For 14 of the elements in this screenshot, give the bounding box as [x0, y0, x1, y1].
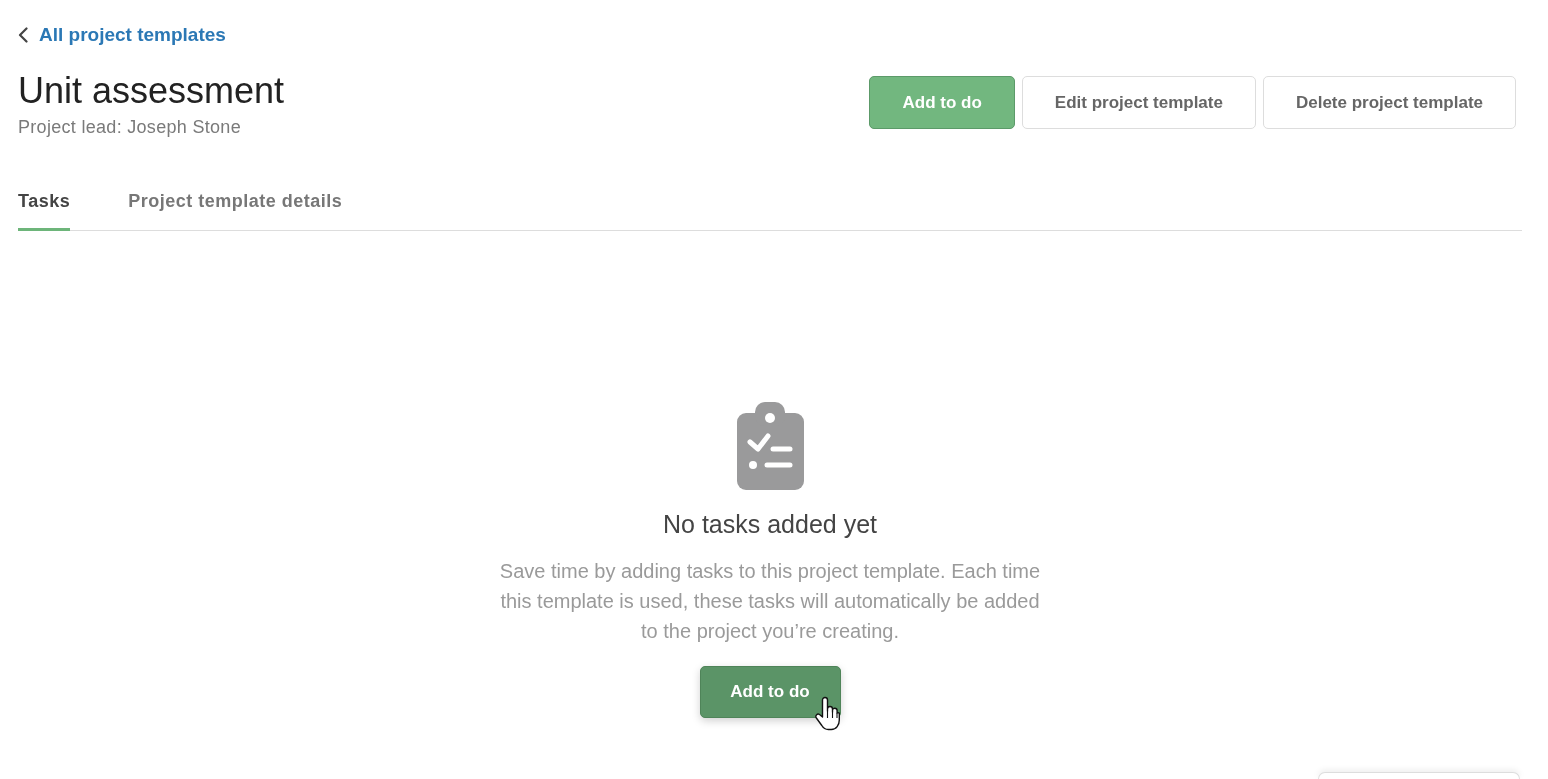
add-to-do-button[interactable]: Add to do	[699, 666, 841, 718]
back-link[interactable]: All project templates	[18, 24, 226, 46]
chevron-left-icon	[18, 27, 28, 43]
empty-state-title: No tasks added yet	[663, 509, 877, 539]
empty-state-message: Save time by adding tasks to this project template. Each time this template is used, these tasks will automatically be added to the project you’re creating.	[498, 559, 1042, 644]
add-to-do-button[interactable]: Add to do	[869, 76, 1015, 129]
hand-cursor-icon	[813, 696, 840, 731]
page-title: Unit assessment	[18, 71, 285, 111]
tab[interactable]: Project template details	[128, 190, 343, 231]
delete-template-button[interactable]: Delete project template	[1262, 76, 1516, 129]
project-lead-text: Project lead: Joseph Stone	[18, 116, 242, 138]
tab[interactable]: Tasks	[18, 190, 71, 231]
clipboard-checklist-icon	[736, 402, 804, 490]
edit-template-button[interactable]: Edit project template	[1021, 76, 1256, 129]
